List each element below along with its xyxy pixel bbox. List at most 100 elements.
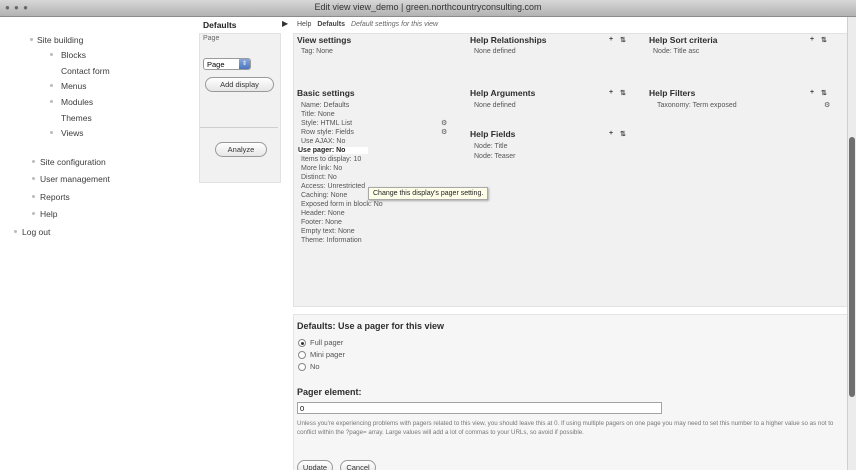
- sidebar-item-site-building[interactable]: Site building: [37, 35, 83, 45]
- setting-title[interactable]: Title: None: [301, 111, 335, 118]
- basic-settings-title: Basic settings: [297, 88, 355, 98]
- pager-element-label: Pager element:: [297, 387, 362, 397]
- bullet-icon: [32, 195, 35, 198]
- setting-access[interactable]: Access: Unrestricted: [301, 183, 365, 190]
- setting-caching[interactable]: Caching: None: [301, 192, 347, 199]
- add-relationship-icon[interactable]: +: [609, 36, 613, 43]
- rearrange-filter-icon[interactable]: ⇅: [821, 89, 827, 97]
- radio-mini-pager-label: Mini pager: [310, 350, 346, 359]
- add-argument-icon[interactable]: +: [609, 89, 613, 96]
- bullet-icon: [32, 212, 35, 215]
- gear-icon[interactable]: ⚙: [824, 101, 830, 109]
- fields-title: Help Fields: [470, 129, 515, 139]
- field-node-teaser[interactable]: Node: Teaser: [474, 153, 516, 160]
- radio-full-pager[interactable]: [298, 339, 306, 347]
- setting-use-pager[interactable]: Use pager: No: [298, 147, 368, 154]
- filters-title: Help Filters: [649, 88, 695, 98]
- admin-sidebar: Site building Blocks Contact form Menus …: [0, 17, 190, 470]
- settings-area: [293, 33, 848, 307]
- rearrange-argument-icon[interactable]: ⇅: [620, 89, 626, 97]
- sidebar-item-user-management[interactable]: User management: [40, 174, 110, 184]
- breadcrumb-desc: Default settings for this view: [350, 21, 439, 28]
- display-select[interactable]: Page ⇕: [203, 58, 251, 70]
- relationships-value: None defined: [474, 48, 516, 55]
- radio-no-pager-label: No: [310, 362, 320, 371]
- add-filter-icon[interactable]: +: [810, 89, 814, 96]
- radio-no-pager[interactable]: [298, 363, 306, 371]
- add-display-button[interactable]: Add display: [205, 77, 274, 92]
- sidebar-item-blocks[interactable]: Blocks: [61, 50, 86, 60]
- gear-icon[interactable]: ⚙: [441, 119, 447, 127]
- sidebar-item-help[interactable]: Help: [40, 209, 57, 219]
- bullet-icon: [32, 160, 35, 163]
- bullet-icon: [50, 84, 53, 87]
- setting-header[interactable]: Header: None: [301, 210, 345, 217]
- setting-more-link[interactable]: More link: No: [301, 165, 342, 172]
- rearrange-sort-icon[interactable]: ⇅: [821, 36, 827, 44]
- bullet-icon: [50, 53, 53, 56]
- cancel-button[interactable]: Cancel: [340, 460, 376, 470]
- fields-title-text: Fields: [490, 129, 516, 139]
- rearrange-field-icon[interactable]: ⇅: [620, 130, 626, 138]
- sidebar-item-modules[interactable]: Modules: [61, 97, 93, 107]
- breadcrumb-section: Defaults: [317, 21, 345, 28]
- sidebar-item-site-configuration[interactable]: Site configuration: [40, 157, 106, 167]
- fields-help-link[interactable]: Help: [470, 129, 488, 139]
- view-settings-tag[interactable]: Tag: None: [301, 48, 333, 55]
- sidebar-item-log-out[interactable]: Log out: [22, 227, 50, 237]
- divider: [200, 127, 278, 128]
- gear-icon[interactable]: ⚙: [441, 128, 447, 136]
- display-sub-page[interactable]: Page: [203, 35, 219, 42]
- pager-tooltip: Change this display's pager setting.: [368, 187, 489, 200]
- bullet-icon: [32, 177, 35, 180]
- setting-use-ajax[interactable]: Use AJAX: No: [301, 138, 345, 145]
- filters-help-link[interactable]: Help: [649, 88, 667, 98]
- setting-row-style[interactable]: Row style: Fields: [301, 129, 354, 136]
- arguments-help-link[interactable]: Help: [470, 88, 488, 98]
- pager-form-title: Defaults: Use a pager for this view: [297, 321, 445, 331]
- pager-element-help: Unless you're experiencing problems with…: [297, 420, 834, 436]
- sort-help-link[interactable]: Help: [649, 35, 667, 45]
- filter-value[interactable]: Taxonomy: Term exposed: [657, 102, 737, 109]
- sort-value[interactable]: Node: Title asc: [653, 48, 699, 55]
- field-node-title[interactable]: Node: Title: [474, 143, 507, 150]
- sidebar-item-menus[interactable]: Menus: [61, 81, 87, 91]
- sort-criteria-title: Help Sort criteria: [649, 35, 718, 45]
- setting-exposed-form[interactable]: Exposed form in block: No: [301, 201, 383, 208]
- sidebar-item-themes[interactable]: Themes: [61, 113, 92, 123]
- display-select-value: Page: [207, 60, 225, 69]
- add-field-icon[interactable]: +: [609, 130, 613, 137]
- setting-name[interactable]: Name: Defaults: [301, 102, 349, 109]
- analyze-button[interactable]: Analyze: [215, 142, 267, 157]
- setting-distinct[interactable]: Distinct: No: [301, 174, 337, 181]
- vertical-scrollbar[interactable]: [847, 17, 856, 470]
- relationships-title-text: Relationships: [490, 35, 547, 45]
- setting-empty-text[interactable]: Empty text: None: [301, 228, 355, 235]
- update-button[interactable]: Update: [297, 460, 333, 470]
- bullet-icon: [50, 100, 53, 103]
- setting-style[interactable]: Style: HTML List: [301, 120, 352, 127]
- setting-items-to-display[interactable]: Items to display: 10: [301, 156, 361, 163]
- breadcrumb-help[interactable]: Help: [297, 21, 311, 28]
- sidebar-item-reports[interactable]: Reports: [40, 192, 70, 202]
- setting-theme[interactable]: Theme: Information: [301, 237, 362, 244]
- sidebar-item-views[interactable]: Views: [61, 128, 84, 138]
- select-arrow-icon: ⇕: [239, 59, 250, 69]
- rearrange-relationship-icon[interactable]: ⇅: [620, 36, 626, 44]
- relationships-help-link[interactable]: Help: [470, 35, 488, 45]
- add-sort-icon[interactable]: +: [810, 36, 814, 43]
- setting-footer[interactable]: Footer: None: [301, 219, 342, 226]
- pager-element-input[interactable]: 0: [297, 402, 662, 414]
- scrollbar-thumb[interactable]: [849, 137, 855, 397]
- view-settings-title: View settings: [297, 35, 352, 45]
- pager-form-panel: [293, 314, 848, 470]
- sidebar-item-contact-form[interactable]: Contact form: [61, 66, 110, 76]
- bullet-icon: [50, 131, 53, 134]
- filters-title-text: Filters: [669, 88, 696, 98]
- radio-full-pager-label: Full pager: [310, 338, 344, 347]
- bullet-icon: [30, 38, 33, 41]
- radio-mini-pager[interactable]: [298, 351, 306, 359]
- sort-title-text: Sort criteria: [669, 35, 718, 45]
- displays-title[interactable]: Defaults: [203, 20, 237, 30]
- arguments-value: None defined: [474, 102, 516, 109]
